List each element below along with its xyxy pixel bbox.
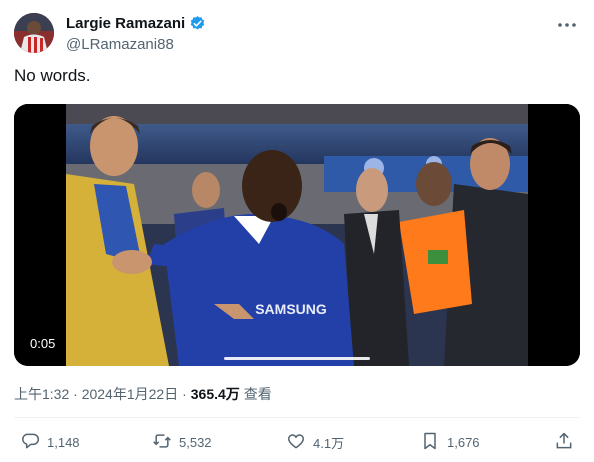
retweet-icon [152,431,172,454]
views-label: 查看 [243,386,272,402]
share-icon [554,431,574,454]
tweet-card: Largie Ramazani @LRamazani88 No words. S… [0,0,594,462]
avatar[interactable] [14,13,54,53]
retweet-button[interactable]: 5,532 [152,430,212,454]
share-button[interactable] [554,430,574,454]
jersey-sponsor-text: SAMSUNG [255,301,327,317]
reply-count: 1,148 [47,434,80,450]
name-row: Largie Ramazani [66,14,206,33]
author-block: Largie Ramazani @LRamazani88 [66,14,206,53]
like-icon [286,431,306,454]
bookmark-button[interactable]: 1,676 [420,430,480,454]
tweet-meta: 上午1:32 · 2024年1月22日 · 365.4万 查看 [14,384,272,404]
views-count: 365.4万 [190,386,240,402]
like-count: 4.1万 [313,435,345,451]
tweet-text: No words. [14,66,91,85]
verified-badge-icon [189,15,206,32]
divider [14,417,580,418]
video-frame: SAMSUNG [14,104,580,366]
reply-button[interactable]: 1,148 [20,430,80,454]
bookmark-count: 1,676 [447,434,480,450]
avatar-image [14,13,54,53]
video-duration-badge: 0:05 [24,334,62,353]
video-player[interactable]: SAMSUNG 0:05 [14,104,580,366]
author-handle[interactable]: @LRamazani88 [66,36,206,53]
retweet-count: 5,532 [179,434,212,450]
reply-icon [20,431,40,454]
display-name[interactable]: Largie Ramazani [66,15,185,32]
tweet-timestamp[interactable]: 上午1:32 · 2024年1月22日 · [14,384,187,404]
bookmark-icon [420,431,440,454]
like-button[interactable]: 4.1万 [286,430,344,454]
more-options-icon[interactable] [556,16,578,34]
action-bar: 1,148 5,532 4.1万 1,676 [0,430,594,454]
video-progress-bar[interactable] [224,357,370,360]
